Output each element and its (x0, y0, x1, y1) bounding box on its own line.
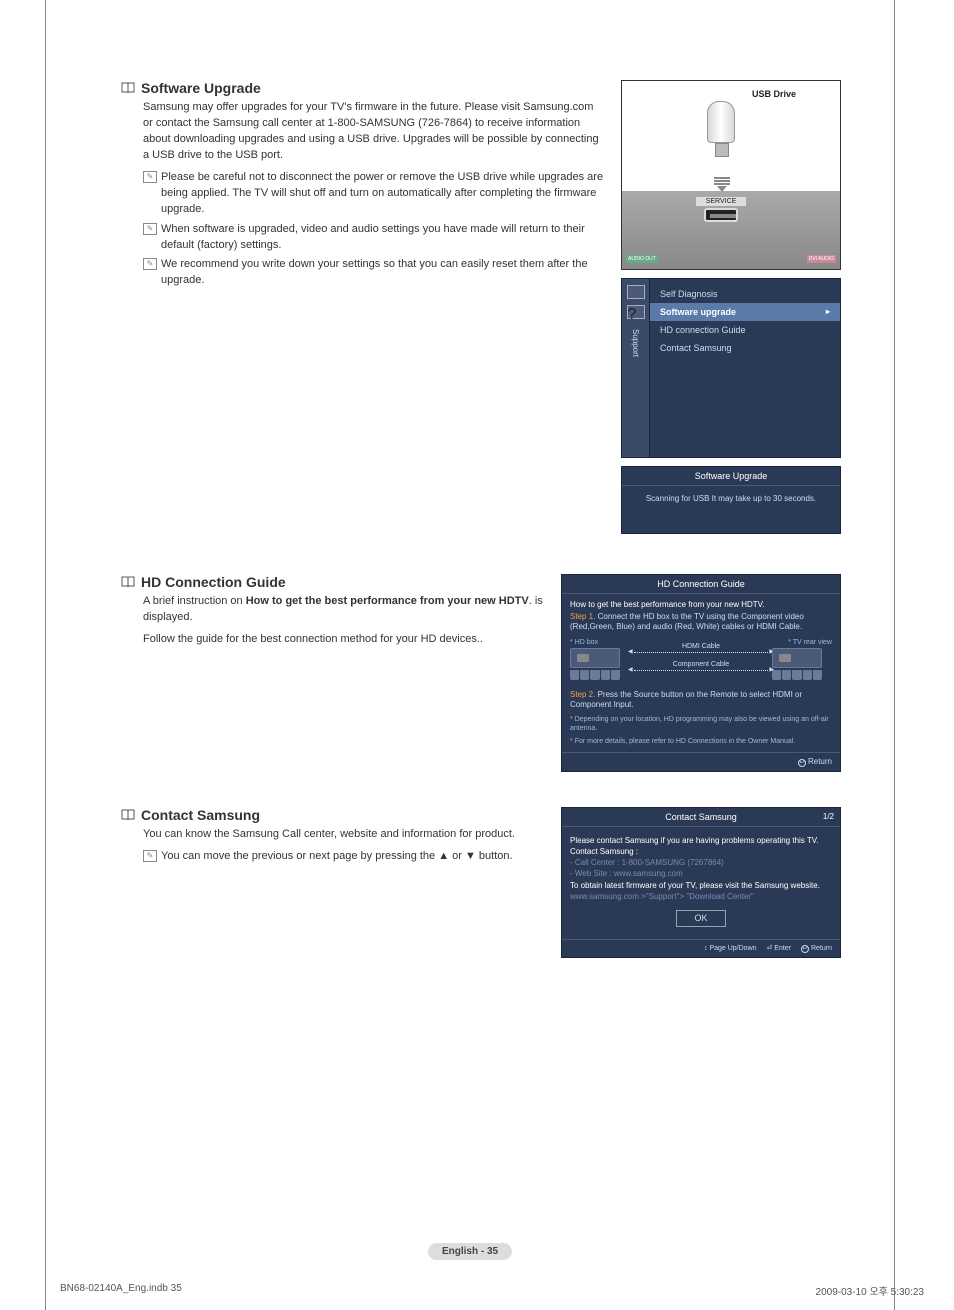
sw-bullet: ✎ We recommend you write down your setti… (143, 257, 606, 289)
contact-title: Contact Samsung (141, 807, 260, 823)
contact-left-col: Contact Samsung You can know the Samsung… (121, 807, 561, 958)
hd-line1: A brief instruction on How to get the be… (143, 594, 546, 626)
hd-note-1: * Depending on your location, HD program… (570, 715, 832, 733)
sw-left-col: Software Upgrade Samsung may offer upgra… (121, 80, 621, 534)
contact-page-indicator: 1/2 (823, 812, 834, 821)
menu-item-software-upgrade[interactable]: Software upgrade ▸ (650, 303, 840, 321)
hd-box-device: * HD box (570, 639, 630, 684)
contact-website: - Web Site : www.samsung.com (570, 868, 832, 879)
contact-call-center: - Call Center : 1-800-SAMSUNG (7267864) (570, 857, 832, 868)
tv-rear-device: * TV rear view (772, 639, 832, 684)
hd-step-2: Step 2. Press the Source button on the R… (570, 690, 832, 711)
hd-right-col: HD Connection Guide How to get the best … (561, 574, 864, 772)
sw-title: Software Upgrade (141, 80, 261, 96)
upgrade-box-title: Software Upgrade (622, 467, 840, 486)
audio-out-label: AUDIO OUT (626, 255, 658, 263)
contact-msg-1: Please contact Samsung if you are having… (570, 835, 832, 846)
contact-box-title: Contact Samsung 1/2 (562, 808, 840, 827)
tv-component-ports-icon (772, 670, 822, 684)
menu-item-hd-connection[interactable]: HD connection Guide (650, 321, 840, 339)
doc-timestamp: 2009-03-10 오후 5:30:23 (816, 1283, 924, 1298)
book-icon (121, 575, 135, 587)
usb-drive-icon (707, 101, 737, 161)
contact-download: www.samsung.com >"Support"> "Download Ce… (570, 891, 832, 902)
page-frame: Software Upgrade Samsung may offer upgra… (45, 0, 895, 1310)
hd-note-2: * For more details, please refer to HD C… (570, 737, 832, 746)
sw-bullet: ✎ When software is upgraded, video and a… (143, 222, 606, 254)
sw-intro: Samsung may offer upgrades for your TV's… (143, 100, 606, 164)
hd-box-icon (570, 648, 620, 668)
sw-bullet: ✎ Please be careful not to disconnect th… (143, 170, 606, 218)
tv-panel-area: SERVICE AUDIO OUT DVI AUDIO (622, 191, 840, 269)
page-updown-hint: ↕ Page Up/Down (704, 945, 757, 952)
dvi-audio-label: DVI AUDIO (807, 255, 836, 263)
doc-id: BN68-02140A_Eng.indb 35 (60, 1283, 182, 1298)
enter-hint: ⏎ Enter (766, 945, 791, 952)
note-icon: ✎ (143, 171, 157, 183)
contact-right-col: Contact Samsung 1/2 Please contact Samsu… (561, 807, 864, 958)
contact-line1: You can know the Samsung Call center, we… (143, 827, 546, 843)
contact-firmware: To obtain latest firmware of your TV, pl… (570, 880, 832, 891)
service-port: SERVICE (696, 197, 746, 222)
note-icon: ✎ (143, 258, 157, 270)
ok-button[interactable]: OK (676, 910, 726, 927)
book-icon (121, 81, 135, 93)
menu-item-contact-samsung[interactable]: Contact Samsung (650, 339, 840, 357)
hd-step-1: Step 1. Connect the HD box to the TV usi… (570, 612, 832, 633)
return-icon: ↩ (801, 945, 809, 953)
contact-footer: ↕ Page Up/Down ⏎ Enter ↩Return (562, 939, 840, 957)
usb-diagram: USB Drive TV Panel SERVICE AUDIO OUT (621, 80, 841, 270)
menu-items: Self Diagnosis Software upgrade ▸ HD con… (650, 279, 840, 457)
contact-msg-2: Contact Samsung : (570, 846, 832, 857)
usb-drive-label: USB Drive (752, 89, 796, 99)
menu-item-self-diagnosis[interactable]: Self Diagnosis (650, 285, 840, 303)
section-hd-connection: HD Connection Guide A brief instruction … (121, 574, 864, 772)
section-software-upgrade: Software Upgrade Samsung may offer upgra… (121, 80, 864, 534)
hd-box-title: HD Connection Guide (562, 575, 840, 594)
hd-box-intro: How to get the best performance from you… (570, 600, 832, 609)
note-icon: ✎ (143, 223, 157, 235)
hd-title: HD Connection Guide (141, 574, 286, 590)
return-hint: ↩Return (801, 945, 832, 952)
content-area: Software Upgrade Samsung may offer upgra… (46, 0, 894, 958)
contact-box: Contact Samsung 1/2 Please contact Samsu… (561, 807, 841, 958)
hd-return-row: ↩Return (562, 752, 840, 771)
note-icon: ✎ (143, 850, 157, 862)
return-icon: ↩ (798, 759, 806, 767)
hd-line2: Follow the guide for the best connection… (143, 632, 546, 648)
menu-sidebar-label: Support (631, 329, 640, 357)
tv-rear-icon (772, 648, 822, 668)
page-number: English - 35 (428, 1243, 512, 1260)
menu-sidebar: ? Support (622, 279, 650, 457)
component-cable-line (634, 670, 768, 671)
hd-left-col: HD Connection Guide A brief instruction … (121, 574, 561, 772)
doc-footer: BN68-02140A_Eng.indb 35 2009-03-10 오후 5:… (60, 1283, 924, 1298)
support-menu: ? Support Self Diagnosis Software upgrad… (621, 278, 841, 458)
section-contact-samsung: Contact Samsung You can know the Samsung… (121, 807, 864, 958)
hd-cables: HDMI Cable Component Cable (630, 643, 772, 679)
sw-right-col: USB Drive TV Panel SERVICE AUDIO OUT (621, 80, 864, 534)
hdmi-cable-line (634, 652, 768, 653)
contact-bullet: ✎ You can move the previous or next page… (143, 849, 546, 865)
hd-guide-box: HD Connection Guide How to get the best … (561, 574, 841, 772)
upgrade-box: Software Upgrade Scanning for USB It may… (621, 466, 841, 534)
upgrade-box-msg: Scanning for USB It may take up to 30 se… (622, 486, 840, 533)
book-icon (121, 808, 135, 820)
chevron-right-icon: ▸ (826, 307, 830, 317)
hd-component-ports-icon (570, 670, 620, 684)
menu-icon-2: ? (627, 305, 645, 319)
menu-icon-1 (627, 285, 645, 299)
hd-devices-row: * HD box HDMI Cable Component Cable * TV (570, 639, 832, 684)
